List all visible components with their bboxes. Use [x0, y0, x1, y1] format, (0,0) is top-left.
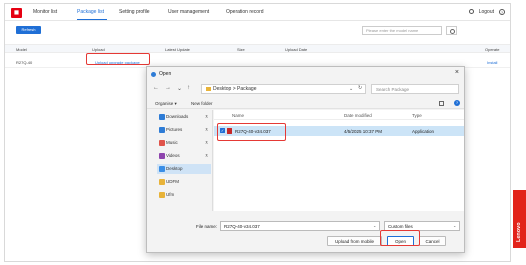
cancel-button[interactable]: Cancel	[419, 236, 446, 246]
view-options-icon[interactable]	[439, 101, 444, 106]
forward-icon[interactable]: →	[165, 85, 171, 91]
col-type[interactable]: Type	[412, 113, 422, 118]
address-dropdown-icon[interactable]: ⌄	[349, 86, 353, 92]
nav-user-management[interactable]: User management	[168, 9, 209, 15]
sidebar-item-udfm[interactable]: UDFM	[157, 177, 211, 187]
folder-icon	[159, 192, 165, 198]
col-upload-date: Upload Date	[285, 47, 308, 52]
col-date-modified[interactable]: Date modified	[344, 113, 372, 118]
address-row: ← → ⌄ ↑ Desktop > Package ⌄ ↻ Search Pac…	[147, 82, 464, 96]
upload-from-mobile-button[interactable]: Upload from mobile	[327, 236, 382, 246]
sidebar-item-label: Videos	[166, 153, 180, 158]
folder-icon	[206, 86, 211, 91]
cell-model: R27Q-40	[16, 60, 33, 65]
file-name-field[interactable]: R27Q-40-v34.037	[220, 221, 380, 231]
help-icon[interactable]: ?	[454, 100, 460, 106]
chevron-down-icon[interactable]: ⌄	[453, 223, 456, 228]
col-size: Size	[237, 47, 245, 52]
nav-package-list[interactable]: Package list	[77, 9, 104, 15]
sidebar-item-pictures[interactable]: Pictures ⊼	[157, 125, 211, 135]
col-upload: Upload	[92, 47, 105, 52]
sidebar-item-videos[interactable]: Videos ⊼	[157, 151, 211, 161]
pin-icon: ⊼	[205, 127, 208, 132]
file-name-label: File name:	[196, 224, 218, 229]
downloads-icon	[159, 114, 165, 120]
pin-icon: ⊼	[205, 153, 208, 158]
app-logo: ◼	[11, 8, 22, 18]
sidebar-item-downloads[interactable]: Downloads ⊼	[157, 112, 211, 122]
sidebar-item-label: Ufm	[166, 192, 175, 197]
organise-menu[interactable]: Organise ▾	[155, 101, 177, 107]
table-header: Model Upload Latest Update Size Upload D…	[5, 44, 510, 53]
file-list-header: Name Date modified Type	[214, 110, 464, 120]
search-package-input[interactable]: Search Package	[371, 84, 459, 94]
lenovo-logo: Lenovo	[513, 190, 526, 248]
sidebar-item-label: Desktop	[166, 166, 183, 171]
active-tab-indicator	[77, 19, 107, 20]
logout-link[interactable]: Logout	[479, 9, 494, 15]
close-icon[interactable]: ×	[455, 69, 459, 76]
pictures-icon	[159, 127, 165, 133]
file-date: 4/5/2025 10:37 PM	[344, 129, 383, 134]
recent-dropdown-icon[interactable]: ⌄	[177, 85, 182, 92]
file-name-dropdown-icon[interactable]: ⌄	[373, 223, 376, 228]
top-nav: ◼ Monitor list Package list Setting prof…	[5, 4, 510, 21]
search-icon[interactable]	[446, 26, 457, 35]
folder-icon	[159, 179, 165, 185]
open-file-dialog: Open × ← → ⌄ ↑ Desktop > Package ⌄ ↻ Sea…	[146, 66, 465, 253]
model-search-input[interactable]: Please enter the model name	[362, 26, 442, 35]
sidebar-item-ufm[interactable]: Ufm	[157, 190, 211, 200]
col-model: Model	[16, 47, 27, 52]
file-highlight-box	[217, 123, 286, 141]
col-operate: Operate	[485, 47, 500, 52]
videos-icon	[159, 153, 165, 159]
nav-setting-profile[interactable]: Setting profile	[119, 9, 150, 15]
pin-icon: ⊼	[205, 114, 208, 119]
dialog-app-icon	[151, 72, 156, 77]
sidebar-item-label: Music	[166, 140, 178, 145]
sidebar-item-label: Pictures	[166, 127, 183, 132]
refresh-icon[interactable]: ↻	[358, 85, 362, 91]
install-link[interactable]: Install	[487, 60, 497, 65]
sidebar-item-desktop[interactable]: Desktop	[157, 164, 211, 174]
open-highlight-box	[380, 230, 420, 246]
sidebar-item-music[interactable]: Music ⊼	[157, 138, 211, 148]
address-bar[interactable]: Desktop > Package	[201, 84, 366, 94]
command-bar: Organise ▾ New folder ?	[147, 98, 464, 109]
col-name[interactable]: Name	[232, 113, 244, 118]
address-path: Desktop > Package	[213, 86, 257, 92]
up-folder-icon[interactable]: ↑	[187, 85, 190, 91]
desktop-icon	[159, 166, 165, 172]
refresh-button[interactable]: Refresh	[16, 26, 41, 34]
sidebar-item-label: UDFM	[166, 179, 179, 184]
lenovo-label: Lenovo	[516, 222, 522, 242]
back-icon[interactable]: ←	[153, 85, 159, 91]
logout-icon[interactable]	[469, 9, 474, 14]
music-icon	[159, 140, 165, 146]
sidebar-item-label: Downloads	[166, 114, 189, 119]
navigation-pane: Downloads ⊼ Pictures ⊼ Music ⊼ Videos ⊼ …	[147, 110, 213, 211]
col-latest-update: Latest Update	[165, 47, 190, 52]
nav-operation-record[interactable]: Operation record	[226, 9, 264, 15]
new-folder-button[interactable]: New folder	[191, 101, 213, 106]
file-type: Application	[412, 129, 435, 134]
pin-icon: ⊼	[205, 140, 208, 145]
upload-highlight-box	[86, 53, 150, 65]
help-icon[interactable]: ?	[499, 9, 505, 15]
dialog-title: Open	[159, 71, 172, 77]
nav-monitor-list[interactable]: Monitor list	[33, 9, 57, 15]
